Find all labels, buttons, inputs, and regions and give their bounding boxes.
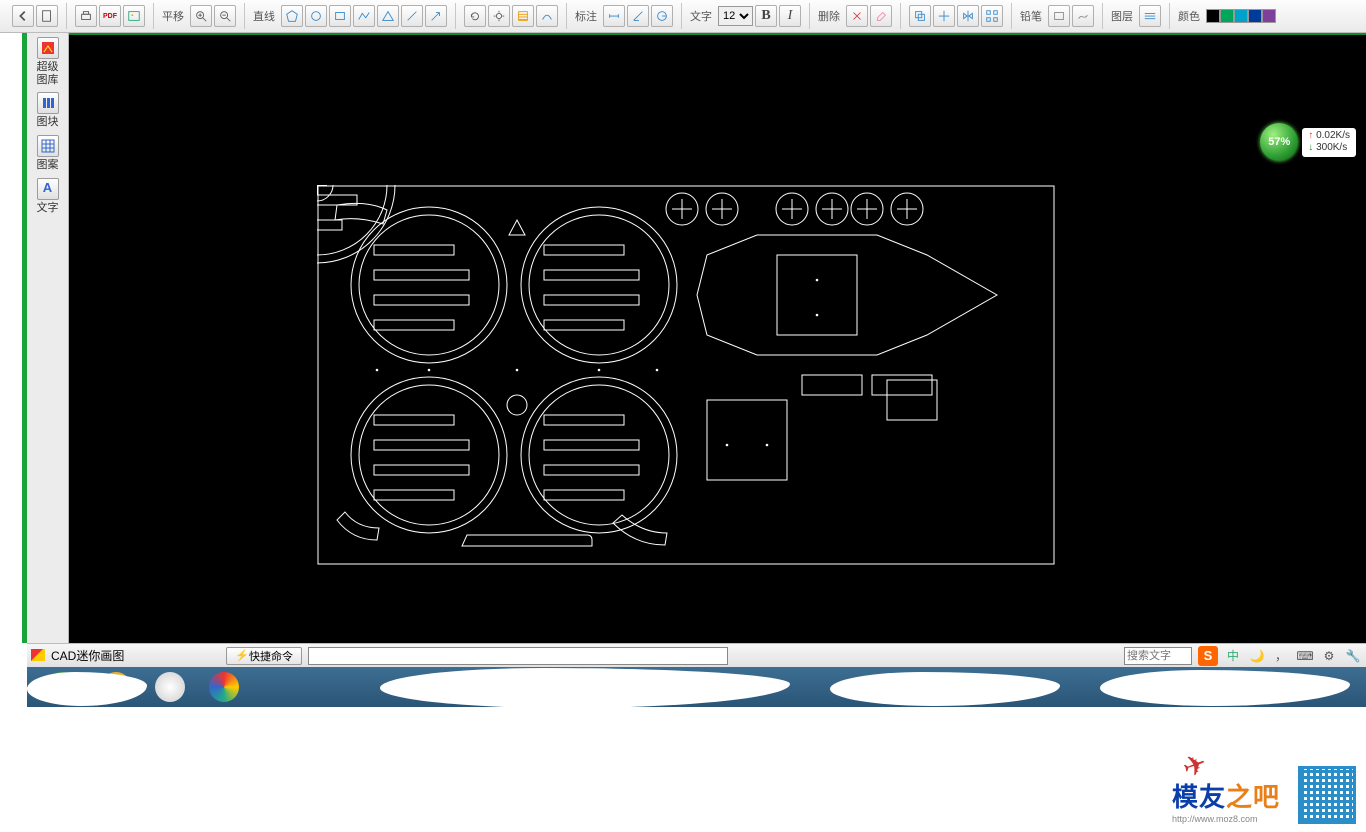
swatch-green[interactable] bbox=[1220, 9, 1234, 23]
cad-drawing bbox=[317, 185, 1055, 565]
watermark: 模友之吧 http://www.moz8.com bbox=[1172, 766, 1356, 824]
sketch-rect-button[interactable] bbox=[1048, 5, 1070, 27]
library-icon bbox=[37, 37, 59, 59]
comma-icon[interactable]: ， bbox=[1272, 647, 1290, 665]
swatch-purple[interactable] bbox=[1262, 9, 1276, 23]
app-logo-icon bbox=[31, 649, 45, 663]
moon-icon[interactable]: 🌙 bbox=[1248, 647, 1266, 665]
tool-rotate-button[interactable] bbox=[464, 5, 486, 27]
move-button[interactable] bbox=[933, 5, 955, 27]
sidebar-pattern[interactable]: 图案 bbox=[30, 135, 66, 172]
keyboard-icon[interactable]: ⌨ bbox=[1296, 647, 1314, 665]
line-label: 直线 bbox=[253, 8, 275, 24]
mirror-button[interactable] bbox=[957, 5, 979, 27]
network-widget: 57% 0.02K/s 300K/s bbox=[1260, 123, 1356, 161]
swatch-cyan[interactable] bbox=[1234, 9, 1248, 23]
settings-icon[interactable]: ⚙ bbox=[1320, 647, 1338, 665]
tool-hatch-button[interactable] bbox=[512, 5, 534, 27]
color-label: 颜色 bbox=[1178, 8, 1200, 24]
sogou-ime-icon[interactable]: S bbox=[1198, 646, 1218, 666]
download-rate: 300K/s bbox=[1308, 142, 1350, 155]
status-bar: CAD迷你画图 快捷命令 S 中 🌙 ， ⌨ ⚙ 🔧 bbox=[27, 643, 1366, 667]
text-icon: A bbox=[37, 178, 59, 200]
delete-label: 删除 bbox=[818, 8, 840, 24]
delete-button[interactable] bbox=[846, 5, 868, 27]
layer-manager-button[interactable] bbox=[1139, 5, 1161, 27]
print-button[interactable] bbox=[75, 5, 97, 27]
export-pdf-button[interactable]: PDF bbox=[99, 5, 121, 27]
color-swatches bbox=[1206, 9, 1276, 23]
shape-polyline-button[interactable] bbox=[353, 5, 375, 27]
array-button[interactable] bbox=[981, 5, 1003, 27]
main-toolbar: PDF 平移 直线 标注 文字 12 B I 删除 bbox=[0, 0, 1366, 33]
shape-triangle-button[interactable] bbox=[377, 5, 399, 27]
nav-back-button[interactable] bbox=[12, 5, 34, 27]
command-input[interactable] bbox=[308, 647, 728, 665]
shape-rect-button[interactable] bbox=[329, 5, 351, 27]
dim-linear-button[interactable] bbox=[603, 5, 625, 27]
annot-label: 标注 bbox=[575, 8, 597, 24]
sidebar-library[interactable]: 超级 图库 bbox=[30, 37, 66, 86]
block-icon bbox=[37, 92, 59, 114]
shape-pentagon-button[interactable] bbox=[281, 5, 303, 27]
erase-button[interactable] bbox=[870, 5, 892, 27]
zoom-in-button[interactable] bbox=[190, 5, 212, 27]
zoom-out-button[interactable] bbox=[214, 5, 236, 27]
layer-label: 图层 bbox=[1111, 8, 1133, 24]
new-file-button[interactable] bbox=[36, 5, 58, 27]
sidebar-text[interactable]: A 文字 bbox=[30, 178, 66, 215]
copy-button[interactable] bbox=[909, 5, 931, 27]
tool-icon[interactable]: 🔧 bbox=[1344, 647, 1362, 665]
dim-angle-button[interactable] bbox=[627, 5, 649, 27]
pan-label: 平移 bbox=[162, 8, 184, 24]
swatch-blue[interactable] bbox=[1248, 9, 1262, 23]
pencil-label: 铅笔 bbox=[1020, 8, 1042, 24]
pattern-icon bbox=[37, 135, 59, 157]
bold-button[interactable]: B bbox=[755, 5, 777, 27]
tool-spline-button[interactable] bbox=[536, 5, 558, 27]
search-text-input[interactable] bbox=[1124, 647, 1192, 665]
ime-lang-icon[interactable]: 中 bbox=[1224, 647, 1242, 665]
sketch-free-button[interactable] bbox=[1072, 5, 1094, 27]
drawing-canvas[interactable]: 57% 0.02K/s 300K/s bbox=[69, 33, 1366, 643]
network-dial[interactable]: 57% bbox=[1260, 123, 1298, 161]
app-name: CAD迷你画图 bbox=[51, 647, 124, 664]
upload-rate: 0.02K/s bbox=[1308, 130, 1350, 143]
italic-button[interactable]: I bbox=[779, 5, 801, 27]
swatch-black[interactable] bbox=[1206, 9, 1220, 23]
shape-circle-button[interactable] bbox=[305, 5, 327, 27]
tool-gear-button[interactable] bbox=[488, 5, 510, 27]
shape-arrow-button[interactable] bbox=[425, 5, 447, 27]
taskbar-app-3[interactable] bbox=[155, 672, 185, 702]
qr-code bbox=[1298, 766, 1356, 824]
shape-line-button[interactable] bbox=[401, 5, 423, 27]
font-size-select[interactable]: 12 bbox=[718, 6, 753, 26]
taskbar-app-4[interactable] bbox=[209, 672, 239, 702]
sidebar-block[interactable]: 图块 bbox=[30, 92, 66, 129]
text-label: 文字 bbox=[690, 8, 712, 24]
export-image-button[interactable] bbox=[123, 5, 145, 27]
quick-command-button[interactable]: 快捷命令 bbox=[226, 647, 302, 665]
left-sidebar: 超级 图库 图块 图案 A 文字 bbox=[27, 33, 69, 643]
dim-radius-button[interactable] bbox=[651, 5, 673, 27]
